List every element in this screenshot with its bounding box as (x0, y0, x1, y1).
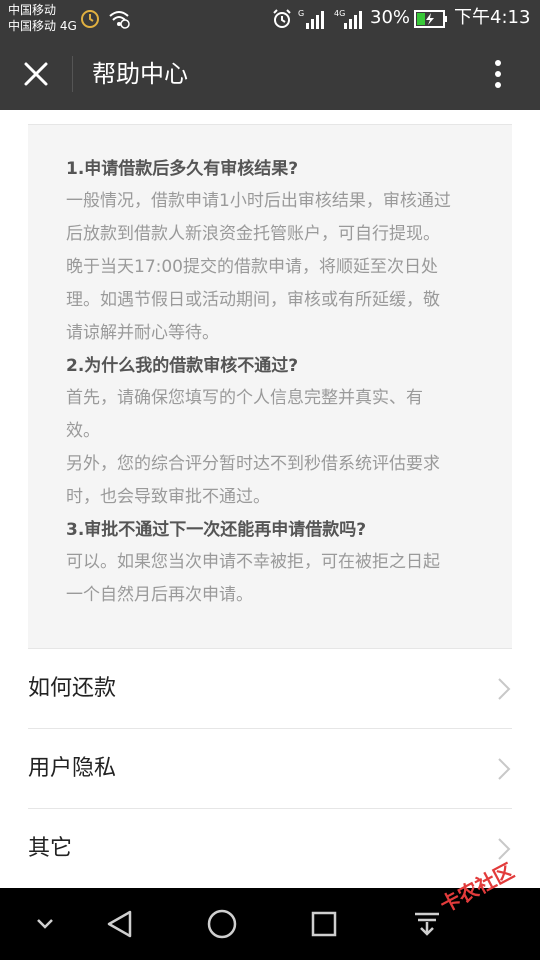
faq-answer-line: 可以。如果您当次申请不幸被拒，可在被拒之日起 (66, 552, 440, 572)
notification-icon (81, 10, 99, 28)
status-bar: 中国移动 中国移动 4G G 4G 30% 下午4:13 (0, 0, 540, 38)
app-bar: 帮助中心 (0, 38, 540, 110)
svg-text:G: G (298, 9, 304, 18)
faq-answer-line: 一个自然月后再次申请。 (66, 585, 253, 605)
carrier-info: 中国移动 中国移动 4G (8, 2, 77, 34)
faq-answer-line: 后放款到借款人新浪资金托管账户，可自行提现。 (66, 224, 440, 244)
faq-question: 1.申请借款后多久有审核结果? (66, 159, 299, 179)
faq-item: 2.为什么我的借款审核不通过? 首先，请确保您填写的个人信息完整并真实、有 效。… (66, 350, 486, 514)
menu-item-label: 用户隐私 (28, 756, 117, 781)
faq-panel: 1.申请借款后多久有审核结果? 一般情况，借款申请1小时后出审核结果，审核通过 … (28, 124, 512, 648)
battery-percent: 30% (370, 7, 411, 28)
hide-nav-icon[interactable] (34, 914, 56, 934)
faq-answer-line: 一般情况，借款申请1小时后出审核结果，审核通过 (66, 191, 451, 211)
battery-charging-icon (414, 10, 447, 28)
help-content: 1.申请借款后多久有审核结果? 一般情况，借款申请1小时后出审核结果，审核通过 … (0, 110, 540, 888)
menu-item-privacy[interactable]: 用户隐私 (28, 728, 512, 808)
faq-answer-line: 首先，请确保您填写的个人信息完整并真实、有 (66, 388, 423, 408)
faq-answer-line: 时，也会导致审批不通过。 (66, 487, 270, 507)
page-title: 帮助中心 (92, 60, 188, 88)
faq-answer-line: 晚于当天17:00提交的借款申请，将顺延至次日处 (66, 257, 438, 277)
appbar-divider (72, 56, 73, 92)
more-options-icon[interactable] (482, 56, 514, 92)
menu-item-repayment[interactable]: 如何还款 (28, 648, 512, 728)
navigation-bar: 卡农社区 (0, 858, 540, 960)
faq-answer-line: 效。 (66, 421, 100, 441)
faq-answer-line: 另外，您的综合评分暂时达不到秒借系统评估要求 (66, 454, 440, 474)
faq-question: 2.为什么我的借款审核不通过? (66, 356, 299, 376)
faq-question: 3.审批不通过下一次还能再申请借款吗? (66, 520, 367, 540)
signal-icon-2: 4G (334, 9, 362, 29)
signal-icon-1: G (298, 9, 324, 29)
clock: 下午4:13 (454, 7, 531, 28)
faq-answer-line: 请谅解并耐心等待。 (66, 323, 219, 343)
menu-item-other[interactable]: 其它 (28, 808, 512, 888)
recents-icon[interactable] (310, 910, 338, 938)
network-type-label: 4G (334, 9, 345, 18)
chevron-right-icon (498, 758, 511, 780)
faq-item: 3.审批不通过下一次还能再申请借款吗? 可以。如果您当次申请不幸被拒，可在被拒之… (66, 514, 486, 612)
alarm-icon (273, 9, 291, 28)
notification-pull-icon[interactable] (412, 910, 442, 938)
home-icon[interactable] (206, 908, 238, 940)
carrier-1: 中国移动 (8, 3, 57, 17)
wifi-off-icon (109, 11, 130, 29)
back-icon[interactable] (104, 908, 136, 940)
close-icon[interactable] (18, 56, 54, 92)
faq-item: 1.申请借款后多久有审核结果? 一般情况，借款申请1小时后出审核结果，审核通过 … (66, 153, 486, 350)
menu-item-label: 如何还款 (28, 676, 117, 701)
carrier-2: 中国移动 4G (8, 19, 77, 33)
chevron-right-icon (498, 678, 511, 700)
faq-list: 1.申请借款后多久有审核结果? 一般情况，借款申请1小时后出审核结果，审核通过 … (66, 153, 486, 612)
chevron-right-icon (498, 838, 511, 860)
menu-item-label: 其它 (28, 836, 73, 861)
faq-answer-line: 理。如遇节假日或活动期间，审核或有所延缓，敬 (66, 290, 440, 310)
